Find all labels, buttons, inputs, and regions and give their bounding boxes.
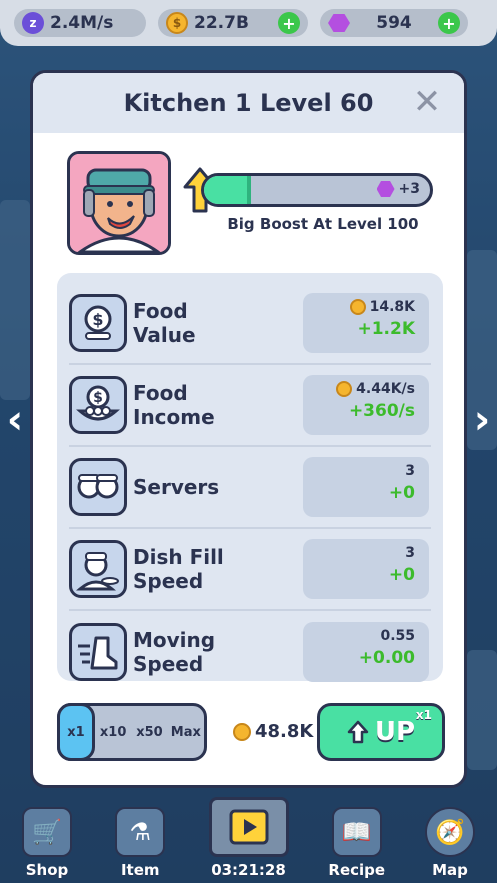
stat-increase: +360/s: [348, 401, 415, 421]
nav-map[interactable]: 🧭 Map: [415, 807, 485, 879]
chef-avatar: [67, 151, 171, 255]
idle-income-icon: z: [22, 12, 44, 34]
up-arrow-icon: [347, 720, 369, 744]
currency-bar: z 2.4M/s $ 22.7B + 594 +: [0, 0, 497, 46]
stat-row-food-value: $ Food Value 14.8K +1.2K: [69, 283, 431, 365]
stat-label: Food Value: [133, 299, 196, 347]
servers-icon: [69, 458, 127, 516]
stat-increase: +0: [388, 483, 415, 503]
nav-shop-label: Shop: [25, 861, 69, 879]
gem-icon: [328, 14, 350, 32]
multiplier-x50[interactable]: x50: [131, 725, 167, 740]
ad-timer: 03:21:28: [211, 861, 286, 879]
add-coins-button[interactable]: +: [278, 12, 300, 34]
stat-row-servers: Servers 3 +0: [69, 447, 431, 529]
progress-fill: [204, 176, 252, 204]
food-income-icon: $: [69, 376, 127, 434]
shopping-cart-icon: 🛒: [22, 807, 72, 857]
previous-kitchen-arrow[interactable]: ‹: [0, 400, 30, 440]
multiplier-selector: x1 x10 x50 Max: [57, 703, 207, 761]
gems-pill: 594 +: [320, 9, 468, 37]
stat-value-box: 0.55 +0.00: [303, 622, 429, 682]
upgrade-cost: 48.8K: [233, 721, 313, 742]
coin-icon: [336, 381, 353, 397]
nav-item[interactable]: ⚗ Item: [105, 807, 175, 879]
stat-value-box: 3 +0: [303, 457, 429, 517]
coin-icon: $: [166, 12, 188, 34]
chef-icon: [69, 540, 127, 598]
gems-value: 594: [376, 13, 412, 33]
stat-label: Moving Speed: [133, 628, 216, 676]
coins-pill: $ 22.7B +: [158, 9, 308, 37]
add-gems-button[interactable]: +: [438, 12, 460, 34]
close-button[interactable]: ✕: [412, 85, 442, 119]
stat-row-dish-fill-speed: Dish Fill Speed 3 +0: [69, 529, 431, 611]
svg-text:$: $: [93, 390, 103, 406]
stat-increase: +0: [388, 565, 415, 585]
coins-value: 22.7B: [194, 13, 249, 33]
stat-value-box: 3 +0: [303, 539, 429, 599]
boost-text: Big Boost At Level 100: [227, 215, 419, 233]
stat-value: 14.8K: [369, 299, 415, 315]
modal-title: Kitchen 1 Level 60: [123, 89, 374, 117]
stat-increase: +0.00: [358, 648, 415, 668]
bottom-nav: 🛒 Shop ⚗ Item 03:21:28 📖 Recipe 🧭 Map: [0, 795, 497, 883]
stat-label: Servers: [133, 475, 220, 499]
gem-icon: [376, 181, 395, 197]
progress-reward: +3: [376, 181, 420, 197]
nav-map-label: Map: [432, 861, 468, 879]
income-rate-pill: z 2.4M/s: [14, 9, 146, 37]
stat-value: 0.55: [380, 628, 415, 644]
nav-tv-ad[interactable]: 03:21:28: [199, 797, 299, 879]
stat-row-food-income: $ Food Income 4.44K/s +360/s: [69, 365, 431, 447]
next-kitchen-arrow[interactable]: ›: [467, 400, 497, 440]
kitchen-upgrade-modal: Kitchen 1 Level 60 ✕ +3 Big Boost At Lev…: [30, 70, 467, 788]
modal-header: Kitchen 1 Level 60 ✕: [33, 73, 464, 133]
recipe-book-icon: 📖: [331, 807, 382, 857]
stat-label: Food Income: [133, 381, 215, 429]
nav-shop[interactable]: 🛒 Shop: [12, 807, 82, 879]
multiplier-x10[interactable]: x10: [95, 725, 131, 740]
stat-increase: +1.2K: [357, 319, 415, 339]
nav-recipe-label: Recipe: [328, 861, 386, 879]
nav-item-label: Item: [120, 861, 160, 879]
nav-recipe[interactable]: 📖 Recipe: [322, 807, 392, 879]
upgrade-cost-value: 48.8K: [255, 721, 314, 742]
upgrade-multiplier-badge: x1: [415, 708, 432, 722]
tv-play-icon: [208, 797, 289, 857]
stats-panel: $ Food Value 14.8K +1.2K $ Food Income 4.4…: [57, 273, 443, 682]
stat-value: 3: [405, 545, 415, 561]
money-bag-icon: $: [69, 294, 127, 352]
stat-value-box: 14.8K +1.2K: [303, 293, 429, 353]
stat-value: 3: [405, 463, 415, 479]
multiplier-x1[interactable]: x1: [57, 703, 95, 761]
coin-icon: [349, 299, 366, 315]
level-progress-bar: +3: [201, 173, 433, 207]
map-icon: 🧭: [425, 807, 475, 857]
stat-value: 4.44K/s: [356, 381, 415, 397]
upgrade-button-label: UP: [374, 717, 416, 747]
flask-icon: ⚗: [115, 807, 166, 857]
stat-row-moving-speed: Moving Speed 0.55 +0.00: [69, 611, 431, 693]
svg-text:$: $: [92, 310, 103, 329]
progress-reward-value: +3: [398, 181, 420, 197]
multiplier-max[interactable]: Max: [168, 725, 204, 740]
upgrade-button[interactable]: UP x1: [317, 703, 445, 761]
income-rate-value: 2.4M/s: [50, 13, 114, 33]
stat-label: Dish Fill Speed: [133, 545, 224, 593]
stat-value-box: 4.44K/s +360/s: [303, 375, 429, 435]
speed-boot-icon: [69, 623, 127, 681]
coin-icon: [233, 722, 251, 741]
chef-portrait-icon: [70, 154, 168, 252]
